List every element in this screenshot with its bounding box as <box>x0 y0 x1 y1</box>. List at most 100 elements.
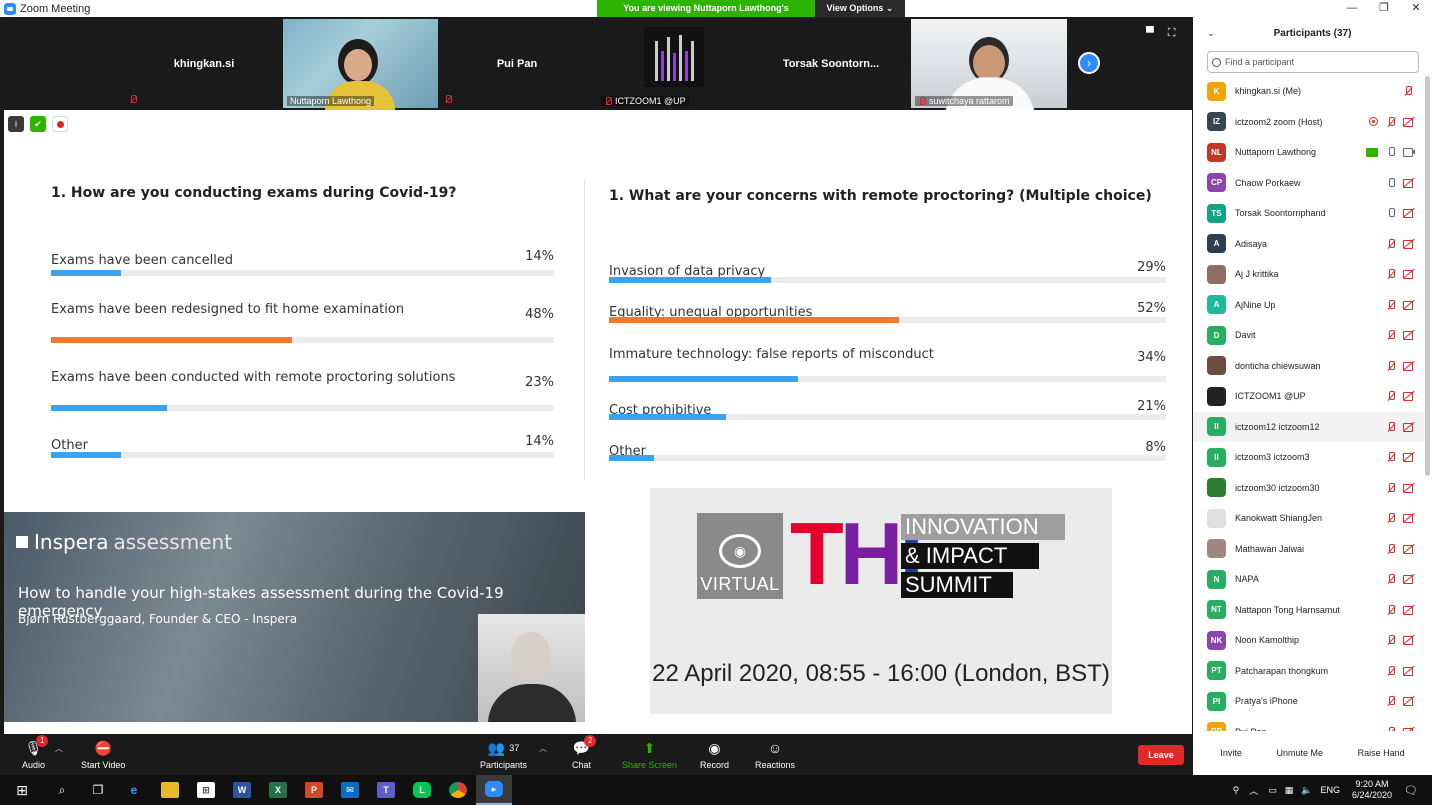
maximize-button[interactable]: ❐ <box>1368 0 1400 17</box>
invite-button[interactable]: Invite <box>1215 745 1247 761</box>
avatar: D <box>1207 325 1226 345</box>
participant-row[interactable]: donticha chiewsuwan <box>1193 351 1425 381</box>
start-button[interactable]: ⊞ <box>0 775 44 805</box>
start-video-label: Start Video <box>81 760 126 770</box>
video-tile[interactable]: Nuttaporn Lawthong <box>283 19 438 121</box>
video-tile[interactable]: Torsak Soontorn... <box>754 19 908 108</box>
task-view-button[interactable]: ❐ <box>80 775 116 805</box>
poll-option: Other 14% <box>51 434 554 460</box>
poll-option: Exams have been cancelled 14% <box>51 249 554 278</box>
view-layout-icon[interactable]: ▀ <box>1146 27 1154 40</box>
recording-icon[interactable] <box>52 116 68 132</box>
notifications-icon[interactable]: 🗨 <box>1404 784 1418 797</box>
unmute-me-button[interactable]: Unmute Me <box>1271 745 1328 761</box>
avatar: PP <box>1207 722 1226 731</box>
participant-row[interactable]: ICTZOOM1 @UP <box>1193 381 1425 411</box>
participant-row[interactable]: II ictzoom12 ictzoom12 <box>1193 411 1425 442</box>
participant-row[interactable]: TS Torsak Soontornphand <box>1193 198 1425 228</box>
input-language[interactable]: ENG <box>1320 785 1340 795</box>
video-tile[interactable]: Pui Pan <box>440 19 594 108</box>
excel-app[interactable]: X <box>260 775 296 805</box>
video-tile[interactable]: ICTZOOM1 @UP <box>597 19 751 108</box>
poll-option-percent: 21% <box>1137 399 1166 414</box>
poll-option-percent: 14% <box>525 249 554 264</box>
video-tile[interactable]: suwitchaya rattarom <box>911 19 1067 117</box>
poll-option-percent: 34% <box>1137 350 1166 365</box>
store-app[interactable]: ⊞ <box>188 775 224 805</box>
participant-row[interactable]: PT Patcharapan thongkum <box>1193 656 1425 686</box>
participants-options-caret[interactable]: ︿ <box>539 743 547 754</box>
reactions-button[interactable]: ☺ Reactions <box>755 739 795 770</box>
poll-bar-track <box>609 376 1166 382</box>
muted-mic-icon <box>1386 421 1396 433</box>
participant-row[interactable]: NL Nuttaporn Lawthong <box>1193 137 1425 167</box>
powerpoint-app[interactable]: P <box>296 775 332 805</box>
volume-icon[interactable]: 🔈 <box>1301 785 1312 796</box>
file-explorer-app[interactable] <box>152 775 188 805</box>
participant-row[interactable]: PI Pratya's iPhone <box>1193 686 1425 716</box>
participant-row[interactable]: IZ ictzoom2 zoom (Host) <box>1193 107 1425 137</box>
start-video-button[interactable]: ⛔ Start Video <box>81 739 126 771</box>
line-app[interactable]: L <box>404 775 440 805</box>
participant-row[interactable]: Mathawan Jaiwai <box>1193 534 1425 564</box>
search-taskbar-button[interactable]: ⌕ <box>44 775 80 805</box>
network-icon[interactable]: ▦ <box>1285 785 1294 796</box>
participant-row[interactable]: A AjNine Up <box>1193 290 1425 320</box>
audio-options-caret[interactable]: ︿ <box>55 743 63 754</box>
record-button[interactable]: ◉ Record <box>700 739 729 771</box>
fullscreen-icon[interactable]: ⛶ <box>1168 27 1176 40</box>
leave-button[interactable]: Leave <box>1138 745 1184 765</box>
avatar: NT <box>1207 600 1226 619</box>
share-screen-button[interactable]: ⬆ Share Screen <box>622 739 677 771</box>
muted-mic-icon <box>1386 299 1396 311</box>
video-tile[interactable]: khingkan.si <box>127 19 281 108</box>
participant-name: ictzoom2 zoom (Host) <box>1235 116 1323 127</box>
participant-row[interactable]: CP Chaow Porkaew <box>1193 168 1425 198</box>
participant-search-input[interactable]: Find a participant <box>1207 51 1419 73</box>
avatar: NK <box>1207 630 1226 650</box>
participant-row[interactable]: A Adisaya <box>1193 229 1425 259</box>
chat-button[interactable]: 💬 2 Chat <box>572 735 597 770</box>
share-screen-icon: ⬆ <box>643 739 656 756</box>
participant-row[interactable]: ictzoom30 ictzoom30 <box>1193 473 1425 503</box>
collapse-chevron-icon[interactable]: ⌄ <box>1207 28 1215 39</box>
participants-scrollbar[interactable] <box>1425 76 1430 476</box>
participant-row[interactable]: Kkhingkan.si (Me) <box>1193 76 1425 106</box>
mic-icon <box>1386 177 1396 189</box>
chrome-icon <box>449 782 467 798</box>
participants-header: ⌄ Participants (37) <box>1193 17 1432 49</box>
battery-icon[interactable]: ▭ <box>1268 785 1277 796</box>
close-window-button[interactable]: ✕ <box>1400 0 1432 17</box>
audio-button[interactable]: 🎙 1 Audio <box>22 735 49 770</box>
next-page-button[interactable]: › <box>1078 52 1100 74</box>
teams-app[interactable]: T <box>368 775 404 805</box>
view-options-button[interactable]: View Options ⌄ <box>815 0 905 17</box>
participant-row[interactable]: II ictzoom3 ictzoom3 <box>1193 442 1425 472</box>
participant-name: Aj J krittika <box>1235 269 1279 279</box>
participant-row[interactable]: Aj J krittika <box>1193 259 1425 289</box>
taskbar-clock[interactable]: 9:20 AM 6/24/2020 <box>1352 779 1392 801</box>
powerpoint-icon: P <box>305 782 323 798</box>
participant-row[interactable]: D Davit <box>1193 320 1425 350</box>
participant-row[interactable]: Kanokwatt ShiangJen <box>1193 503 1425 533</box>
participant-row[interactable]: PP Pui Pan <box>1193 717 1425 731</box>
poll-option: Equality: unequal opportunities 52% <box>609 301 1166 325</box>
chrome-app[interactable] <box>440 775 476 805</box>
info-icon[interactable]: i <box>8 116 24 132</box>
encryption-shield-icon[interactable]: ✔ <box>30 116 46 132</box>
participant-row[interactable]: NK Noon Kamolthip <box>1193 625 1425 655</box>
inspera-slide: Inspera assessment How to handle your hig… <box>4 512 585 722</box>
muted-mic-icon <box>1386 268 1396 280</box>
word-app[interactable]: W <box>224 775 260 805</box>
participants-button[interactable]: 👥 37 Participants <box>480 739 527 771</box>
reactions-label: Reactions <box>755 760 796 770</box>
mail-app[interactable]: ✉ <box>332 775 368 805</box>
participant-row[interactable]: N NAPA <box>1193 564 1425 594</box>
zoom-taskbar-app[interactable]: ▸ <box>476 775 512 805</box>
tray-chevron-icon[interactable]: ︿ <box>1249 784 1258 797</box>
people-icon[interactable]: ⚲ <box>1233 785 1240 796</box>
edge-app[interactable]: e <box>116 775 152 805</box>
participant-row[interactable]: NT Nattapon Tong Harnsamut <box>1193 595 1425 625</box>
minimize-button[interactable]: — <box>1336 0 1368 17</box>
raise-hand-button[interactable]: Raise Hand <box>1353 745 1410 761</box>
